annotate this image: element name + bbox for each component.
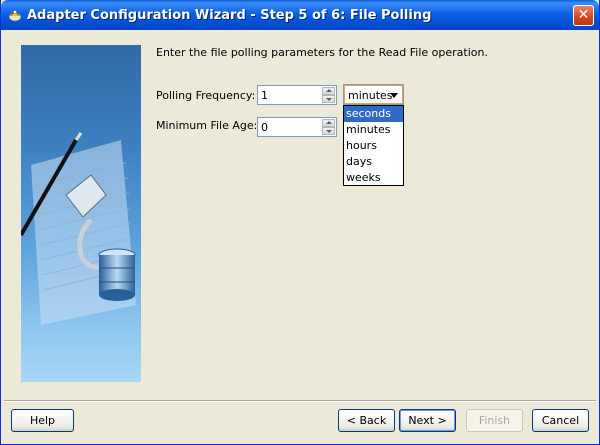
polling-unit-selected: minutes: [348, 89, 393, 102]
dropdown-option-days[interactable]: days: [344, 154, 403, 170]
spin-down-button[interactable]: [322, 95, 335, 103]
polling-frequency-label: Polling Frequency:: [156, 89, 256, 102]
dropdown-option-seconds[interactable]: seconds: [344, 106, 403, 122]
back-button[interactable]: < Back: [338, 409, 395, 432]
spin-up-button[interactable]: [322, 87, 335, 95]
finish-button[interactable]: Finish: [466, 409, 523, 432]
polling-unit-dropdown-list: seconds minutes hours days weeks: [343, 105, 404, 186]
spin-down-button[interactable]: [322, 127, 335, 135]
dropdown-option-minutes[interactable]: minutes: [344, 122, 403, 138]
close-button[interactable]: ✕: [573, 5, 594, 26]
polling-frequency-spinner[interactable]: 1: [257, 85, 337, 105]
spin-up-button[interactable]: [322, 119, 335, 127]
wizard-window: Adapter Configuration Wizard - Step 5 of…: [0, 0, 600, 445]
dropdown-option-weeks[interactable]: weeks: [344, 170, 403, 186]
chevron-down-icon: [390, 93, 398, 98]
close-icon: ✕: [577, 7, 590, 23]
footer-divider: [4, 400, 596, 402]
next-button[interactable]: Next >: [399, 409, 456, 432]
dropdown-option-hours[interactable]: hours: [344, 138, 403, 154]
minimum-file-age-label: Minimum File Age:: [156, 119, 258, 132]
help-button[interactable]: Help: [11, 409, 74, 432]
window-title: Adapter Configuration Wizard - Step 5 of…: [27, 8, 432, 23]
minimum-file-age-value: 0: [261, 121, 268, 134]
polling-unit-combobox[interactable]: minutes: [343, 84, 404, 105]
polling-frequency-value: 1: [261, 89, 268, 102]
minimum-file-age-spinner[interactable]: 0: [257, 117, 337, 137]
dialog-body: Enter the file polling parameters for th…: [4, 30, 596, 442]
title-bar[interactable]: Adapter Configuration Wizard - Step 5 of…: [1, 0, 599, 30]
wizard-side-illustration: [21, 45, 141, 382]
intro-text: Enter the file polling parameters for th…: [156, 46, 488, 59]
plug-database-illustration: [21, 132, 136, 325]
wizard-app-icon: [8, 10, 22, 22]
cancel-button[interactable]: Cancel: [532, 409, 589, 432]
